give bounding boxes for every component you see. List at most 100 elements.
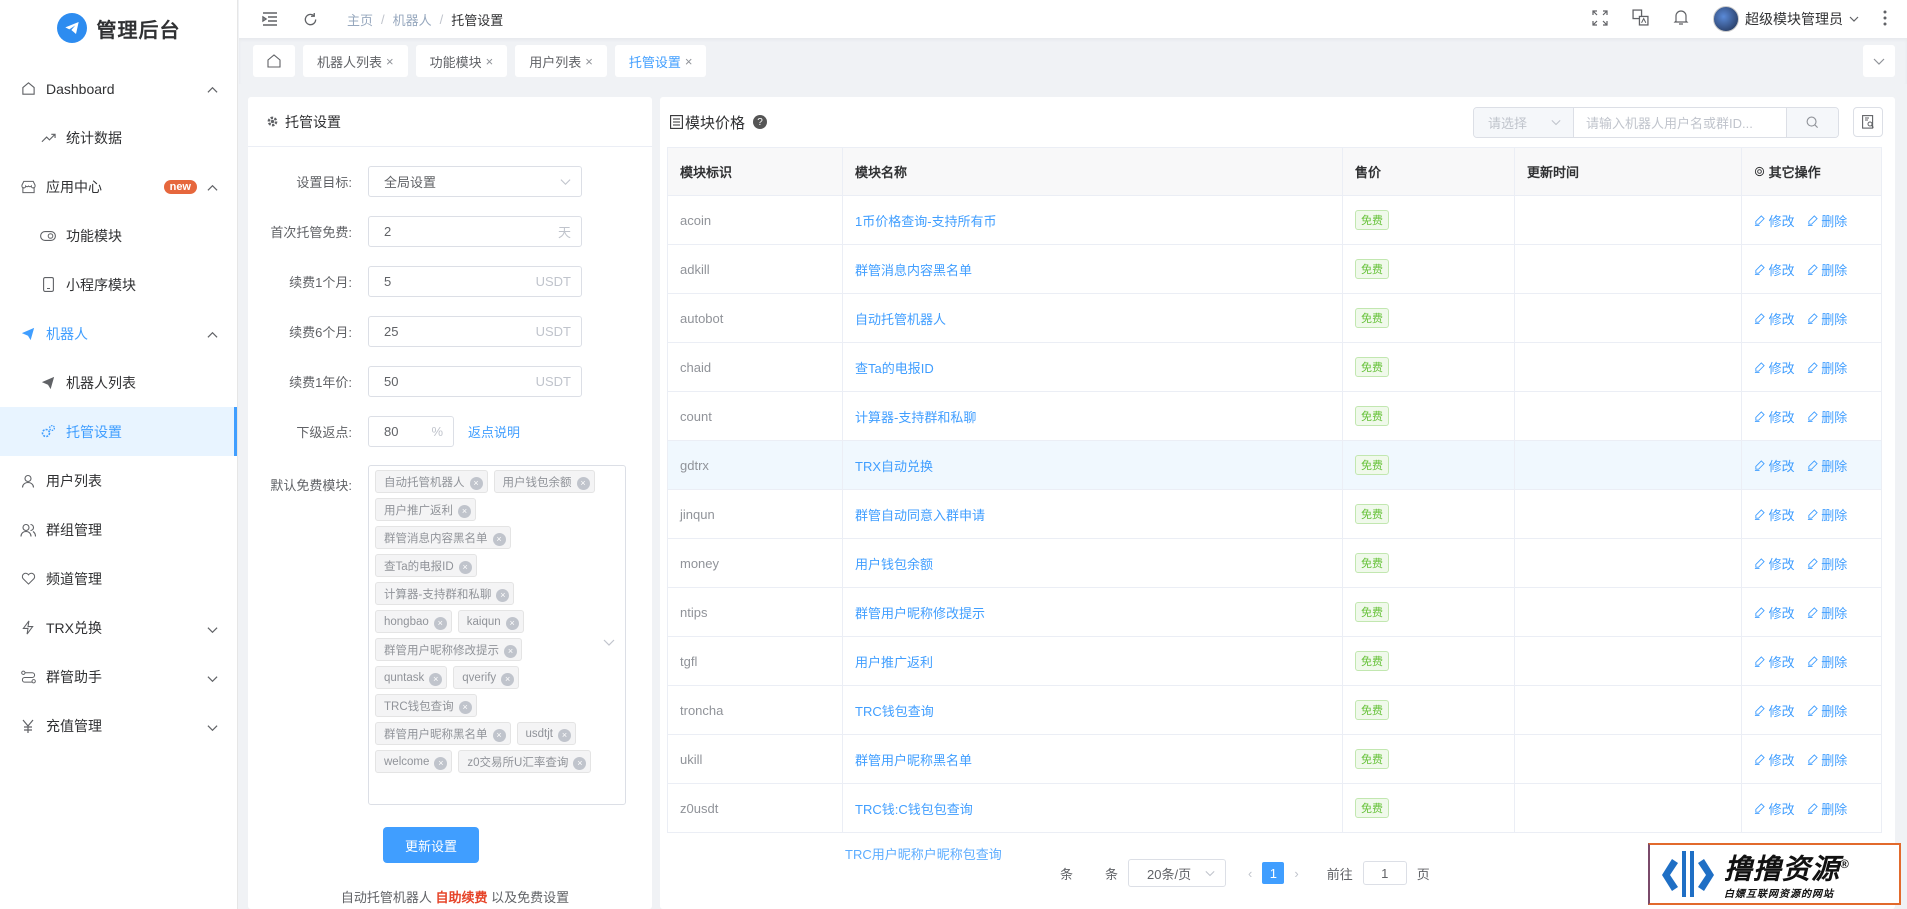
module-name[interactable]: 1币价格查询-支持所有币 [843,196,1343,245]
edit-button[interactable]: 修改 [1754,606,1795,621]
module-name[interactable]: 群管用户昵称黑名单 [843,735,1343,784]
close-icon[interactable]: × [386,54,394,69]
delete-button[interactable]: 删除 [1807,263,1848,278]
rebate-help-link[interactable]: 返点说明 [468,422,520,441]
tab-hosting-settings[interactable]: 托管设置× [615,45,707,77]
delete-button[interactable]: 删除 [1807,753,1848,768]
delete-button[interactable]: 删除 [1807,361,1848,376]
chip-remove-icon[interactable]: × [506,617,519,630]
prev-page-button[interactable]: ‹ [1248,866,1252,881]
delete-button[interactable]: 删除 [1807,459,1848,474]
close-icon[interactable]: × [486,54,494,69]
sidebar-item-1[interactable]: 统计数据 [0,113,237,162]
sidebar-item-8[interactable]: 用户列表 [0,456,237,505]
export-button[interactable] [1853,107,1883,137]
module-name[interactable]: TRC钱:C钱包包查询 [843,784,1343,833]
renew-6m-input[interactable]: 25 USDT [368,316,582,347]
next-page-button[interactable]: › [1294,866,1298,881]
renew-1y-input[interactable]: 50 USDT [368,366,582,397]
chip-remove-icon[interactable]: × [493,533,506,546]
sidebar-item-7[interactable]: 托管设置 [0,407,237,456]
delete-button[interactable]: 删除 [1807,557,1848,572]
search-input[interactable]: 请输入机器人用户名或群ID... [1574,108,1786,137]
chip-remove-icon[interactable]: × [429,673,442,686]
module-name[interactable]: 用户钱包余额 [843,539,1343,588]
tab-user-list[interactable]: 用户列表× [515,45,607,77]
edit-button[interactable]: 修改 [1754,263,1795,278]
bell-icon[interactable] [1673,9,1689,29]
chip-remove-icon[interactable]: × [493,729,506,742]
chip-remove-icon[interactable]: × [573,757,586,770]
chip-remove-icon[interactable]: × [434,757,447,770]
close-icon[interactable]: × [685,54,693,69]
update-settings-button[interactable]: 更新设置 [383,827,479,863]
page-scrollbar[interactable] [1897,97,1907,909]
delete-button[interactable]: 删除 [1807,655,1848,670]
module-name[interactable]: 自动托管机器人 [843,294,1343,343]
more-vertical-icon[interactable] [1883,10,1887,29]
chip-remove-icon[interactable]: × [459,701,472,714]
edit-button[interactable]: 修改 [1754,459,1795,474]
chip-remove-icon[interactable]: × [504,645,517,658]
module-name[interactable]: 用户推广返利 [843,637,1343,686]
delete-button[interactable]: 删除 [1807,606,1848,621]
rebate-input[interactable]: 80 % [368,416,454,447]
edit-button[interactable]: 修改 [1754,802,1795,817]
tab-feature-modules[interactable]: 功能模块× [416,45,508,77]
target-select[interactable]: 全局设置 [368,166,582,197]
delete-button[interactable]: 删除 [1807,508,1848,523]
help-icon[interactable]: ? [753,115,767,129]
module-name[interactable]: TRX自动兑换 [843,441,1343,490]
page-size-select[interactable]: 20条/页 [1128,859,1226,887]
module-name[interactable]: 计算器-支持群和私聊 [843,392,1343,441]
free-modules-multiselect[interactable]: 自动托管机器人×用户钱包余额×用户推广返利×群管消息内容黑名单×查Ta的电报ID… [368,465,626,805]
chip-remove-icon[interactable]: × [459,561,472,574]
tabs-dropdown-button[interactable] [1863,45,1895,77]
breadcrumb-robot[interactable]: 机器人 [393,10,432,29]
tab-robot-list[interactable]: 机器人列表× [303,45,408,77]
chip-remove-icon[interactable]: × [577,477,590,490]
module-name[interactable]: 查Ta的电报ID [843,343,1343,392]
sidebar-item-2[interactable]: 应用中心new [0,162,237,211]
breadcrumb-home[interactable]: 主页 [347,10,373,29]
module-name[interactable]: 群管用户昵称修改提示 [843,588,1343,637]
sidebar-item-4[interactable]: 小程序模块 [0,260,237,309]
module-name[interactable]: 群管自动同意入群申请 [843,490,1343,539]
sidebar-item-3[interactable]: 功能模块 [0,211,237,260]
chip-remove-icon[interactable]: × [496,589,509,602]
delete-button[interactable]: 删除 [1807,802,1848,817]
edit-button[interactable]: 修改 [1754,508,1795,523]
edit-button[interactable]: 修改 [1754,410,1795,425]
edit-button[interactable]: 修改 [1754,312,1795,327]
module-name[interactable]: TRC钱包查询 [843,686,1343,735]
edit-button[interactable]: 修改 [1754,214,1795,229]
module-name[interactable]: 群管消息内容黑名单 [843,245,1343,294]
chip-remove-icon[interactable]: × [558,729,571,742]
sidebar-item-9[interactable]: 群组管理 [0,505,237,554]
close-icon[interactable]: × [585,54,593,69]
sidebar-item-12[interactable]: 群管助手 [0,652,237,701]
tab-home[interactable] [253,45,295,77]
sidebar-item-13[interactable]: 充值管理 [0,701,237,750]
collapse-menu-icon[interactable] [261,10,279,28]
edit-button[interactable]: 修改 [1754,753,1795,768]
chip-remove-icon[interactable]: × [434,617,447,630]
edit-button[interactable]: 修改 [1754,704,1795,719]
edit-button[interactable]: 修改 [1754,361,1795,376]
delete-button[interactable]: 删除 [1807,704,1848,719]
search-button[interactable] [1786,108,1838,137]
user-menu[interactable]: 超级模块管理员 [1713,6,1859,32]
sidebar-item-6[interactable]: 机器人列表 [0,358,237,407]
chip-remove-icon[interactable]: × [470,477,483,490]
delete-button[interactable]: 删除 [1807,312,1848,327]
refresh-icon[interactable] [301,10,319,28]
sidebar-item-10[interactable]: 频道管理 [0,554,237,603]
goto-page-input[interactable]: 1 [1363,861,1407,885]
delete-button[interactable]: 删除 [1807,214,1848,229]
edit-button[interactable]: 修改 [1754,557,1795,572]
chip-remove-icon[interactable]: × [458,505,471,518]
fullscreen-icon[interactable] [1592,10,1608,29]
edit-button[interactable]: 修改 [1754,655,1795,670]
chip-remove-icon[interactable]: × [501,673,514,686]
free-days-input[interactable]: 2 天 [368,216,582,247]
